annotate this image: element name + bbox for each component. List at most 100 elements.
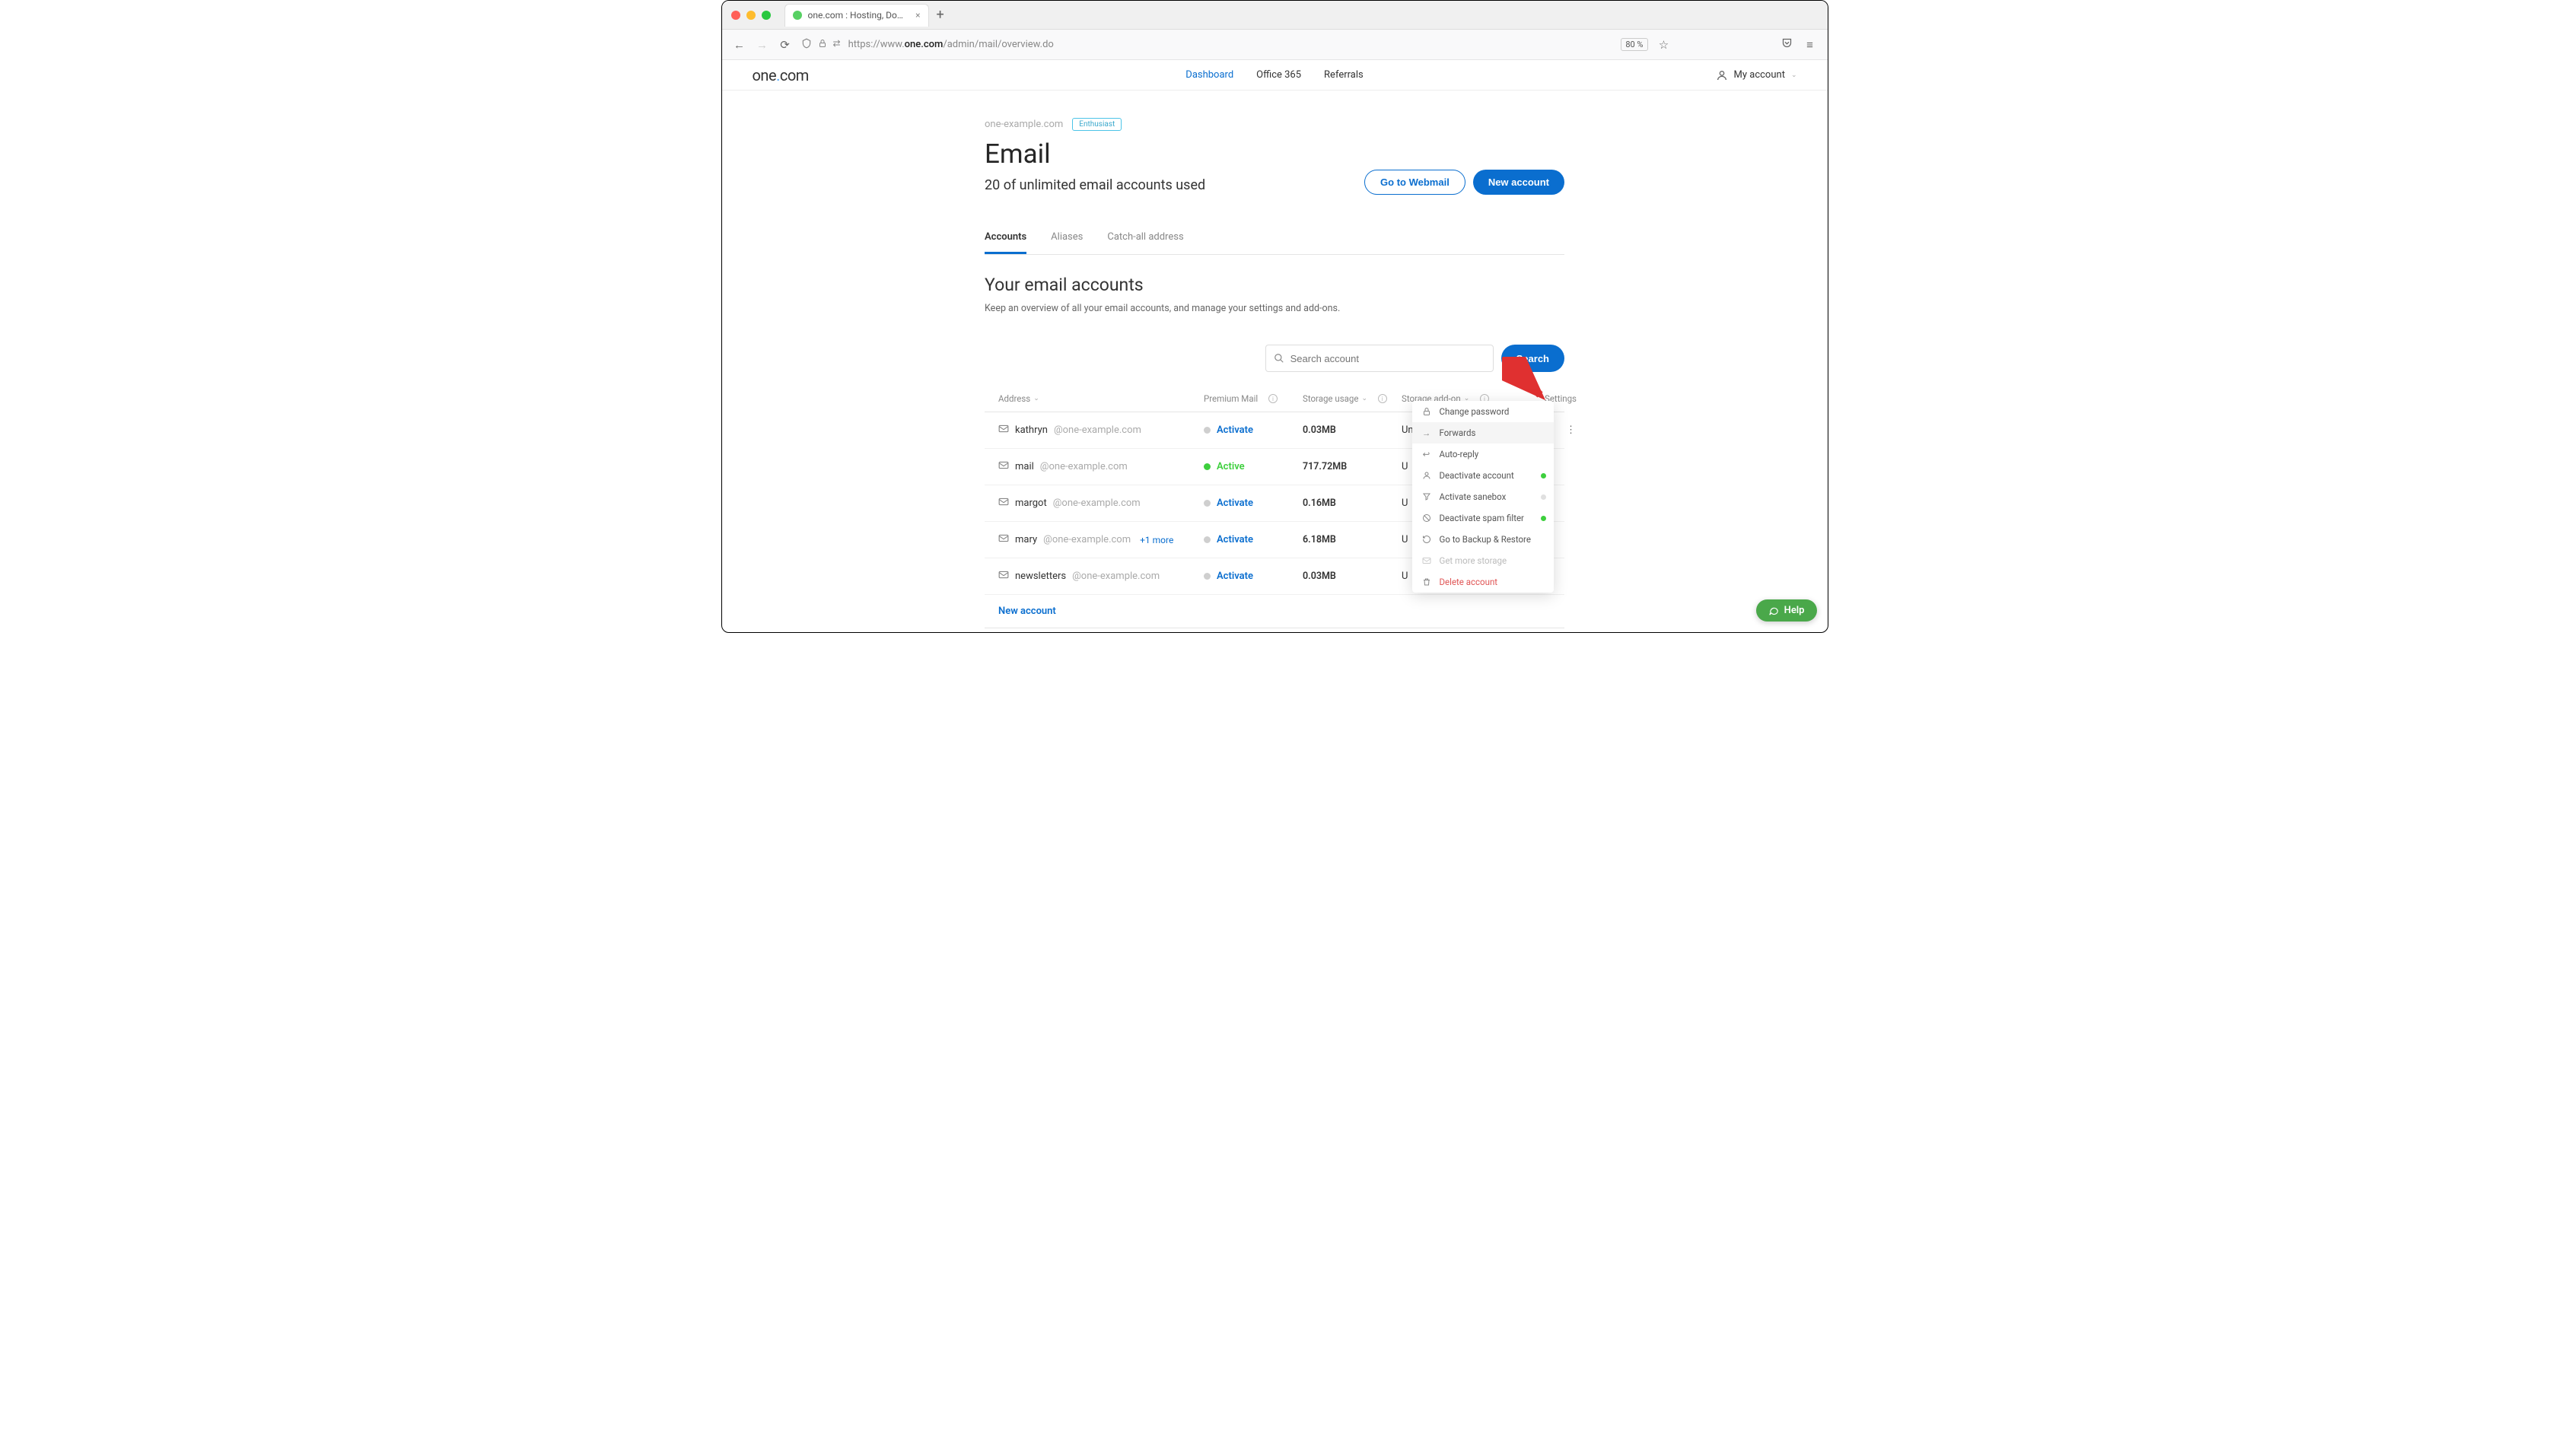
menu-change-password[interactable]: Change password: [1412, 401, 1554, 422]
premium-cell[interactable]: Activate: [1204, 534, 1303, 545]
reply-icon: ↩: [1421, 449, 1432, 459]
section-description: Keep an overview of all your email accou…: [985, 303, 1564, 314]
email-local: mail: [1015, 461, 1034, 472]
sort-icon: ⌄: [1361, 395, 1367, 402]
menu-forwards[interactable]: → Forwards: [1412, 422, 1554, 443]
new-account-link[interactable]: New account: [985, 595, 1070, 628]
breadcrumb: one-example.com Enthusiast: [985, 118, 1564, 131]
tab-aliases[interactable]: Aliases: [1051, 224, 1083, 254]
envelope-icon: [998, 424, 1009, 436]
nav-referrals[interactable]: Referrals: [1324, 69, 1364, 81]
menu-icon[interactable]: ≡: [1803, 38, 1817, 52]
traffic-lights: [731, 11, 771, 20]
maximize-window-icon[interactable]: [762, 11, 771, 20]
email-domain: @one-example.com: [1053, 498, 1141, 509]
url-text: https://www.one.com/admin/mail/overview.…: [848, 39, 1054, 50]
tabs: Accounts Aliases Catch-all address: [985, 224, 1564, 255]
menu-backup-restore[interactable]: Go to Backup & Restore: [1412, 529, 1554, 550]
address-cell: newsletters @one-example.com: [998, 571, 1204, 582]
tab-catchall[interactable]: Catch-all address: [1107, 224, 1183, 254]
status-dot-icon: [1204, 536, 1211, 543]
back-button[interactable]: ←: [733, 38, 746, 52]
logo[interactable]: one.com: [753, 66, 809, 84]
col-storage[interactable]: Storage usage ⌄ i: [1303, 393, 1402, 404]
account-menu[interactable]: My account ⌄: [1716, 69, 1797, 81]
envelope-icon: [1421, 557, 1432, 564]
url-field[interactable]: ⇄ https://www.one.com/admin/mail/overvie…: [801, 38, 1612, 52]
menu-auto-reply[interactable]: ↩ Auto-reply: [1412, 443, 1554, 465]
status-dot-icon: [1541, 516, 1546, 521]
premium-cell[interactable]: Activate: [1204, 498, 1303, 509]
col-premium: Premium Mail i: [1204, 393, 1303, 404]
email-local: newsletters: [1015, 571, 1066, 582]
status-dot-icon: [1541, 473, 1546, 478]
storage-cell: 6.18MB: [1303, 534, 1402, 545]
tab-accounts[interactable]: Accounts: [985, 224, 1026, 254]
premium-cell[interactable]: Activate: [1204, 424, 1303, 436]
browser-tab[interactable]: one.com : Hosting, Domain, Em… ×: [784, 4, 929, 27]
zoom-level[interactable]: 80 %: [1621, 38, 1647, 51]
new-account-button[interactable]: New account: [1473, 170, 1564, 195]
address-cell: margot@one-example.com: [998, 498, 1204, 509]
lock-icon: [1421, 407, 1432, 416]
breadcrumb-domain: one-example.com: [985, 119, 1063, 130]
email-local: kathryn: [1015, 424, 1048, 436]
storage-cell: 0.03MB: [1303, 571, 1402, 582]
close-tab-icon[interactable]: ×: [915, 10, 920, 21]
minimize-window-icon[interactable]: [746, 11, 756, 20]
pocket-icon[interactable]: [1780, 37, 1794, 52]
site-header: one.com Dashboard Office 365 Referrals M…: [722, 60, 1828, 91]
nav-office365[interactable]: Office 365: [1256, 69, 1301, 81]
search-input[interactable]: [1290, 353, 1485, 364]
menu-deactivate-spam[interactable]: Deactivate spam filter: [1412, 507, 1554, 529]
status-dot-icon: [1541, 494, 1546, 500]
menu-delete-account[interactable]: Delete account: [1412, 571, 1554, 593]
kebab-menu-icon[interactable]: ⋮: [1566, 424, 1577, 436]
chevron-down-icon: ⌄: [1791, 72, 1797, 79]
window-titlebar: one.com : Hosting, Domain, Em… × +: [722, 1, 1828, 30]
premium-label: Active: [1217, 461, 1245, 472]
tab-title: one.com : Hosting, Domain, Em…: [808, 10, 910, 21]
page-title: Email: [985, 138, 1564, 170]
shield-icon: [801, 38, 812, 52]
go-to-webmail-button[interactable]: Go to Webmail: [1364, 170, 1465, 195]
url-bar: ← → ⟳ ⇄ https://www.one.com/admin/mail/o…: [722, 30, 1828, 60]
bookmark-icon[interactable]: ☆: [1657, 38, 1671, 52]
new-tab-button[interactable]: +: [937, 7, 944, 23]
email-domain: @one-example.com: [1072, 571, 1160, 582]
nav-dashboard[interactable]: Dashboard: [1185, 69, 1233, 81]
trash-icon: [1421, 577, 1432, 587]
forward-button[interactable]: →: [756, 38, 769, 52]
premium-label: Activate: [1217, 571, 1253, 582]
search-box[interactable]: [1265, 345, 1494, 372]
menu-deactivate-account[interactable]: Deactivate account: [1412, 465, 1554, 486]
favicon-icon: [793, 11, 802, 20]
address-cell: kathryn@one-example.com: [998, 424, 1204, 436]
search-button[interactable]: Search: [1501, 345, 1564, 372]
col-address[interactable]: Address ⌄: [998, 393, 1204, 404]
extra-aliases-link[interactable]: +1 more: [1140, 535, 1173, 545]
status-dot-icon: [1204, 500, 1211, 507]
lock-icon: [818, 38, 827, 52]
close-window-icon[interactable]: [731, 11, 740, 20]
envelope-icon: [998, 534, 1009, 545]
menu-activate-sanebox[interactable]: Activate sanebox: [1412, 486, 1554, 507]
info-icon[interactable]: i: [1268, 394, 1278, 403]
info-icon[interactable]: i: [1378, 394, 1387, 403]
reload-button[interactable]: ⟳: [778, 38, 792, 52]
filter-icon: [1421, 492, 1432, 501]
permissions-icon: ⇄: [833, 38, 841, 52]
settings-dropdown-menu: Change password → Forwards ↩ Auto-reply …: [1412, 401, 1554, 593]
email-local: mary: [1015, 534, 1037, 545]
email-domain: @one-example.com: [1040, 461, 1128, 472]
arrow-right-icon: →: [1421, 428, 1432, 438]
history-icon: [1421, 535, 1432, 544]
status-dot-icon: [1204, 463, 1211, 470]
premium-cell[interactable]: Activate: [1204, 571, 1303, 582]
envelope-icon: [998, 498, 1009, 509]
storage-cell: 0.16MB: [1303, 498, 1402, 509]
envelope-icon: [998, 461, 1009, 472]
premium-cell[interactable]: Active: [1204, 461, 1303, 472]
help-button[interactable]: Help: [1756, 599, 1817, 622]
premium-label: Activate: [1217, 498, 1253, 509]
